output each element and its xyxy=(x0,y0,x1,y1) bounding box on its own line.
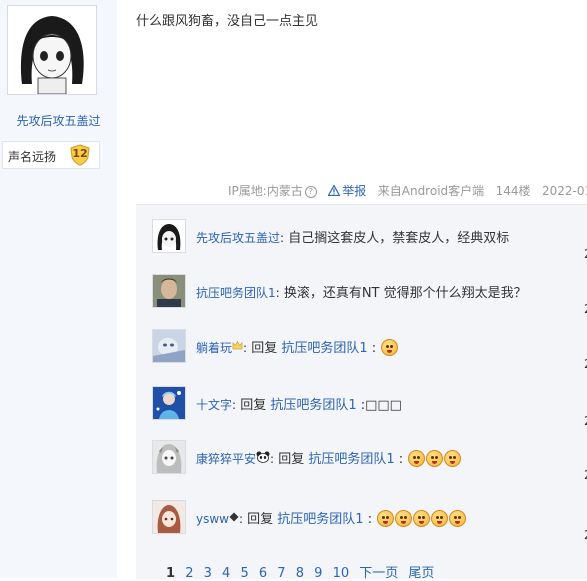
warning-icon xyxy=(328,185,341,196)
reply-avatar[interactable] xyxy=(152,440,186,474)
page-link[interactable]: 2 xyxy=(185,566,193,581)
reply-line: 十文字: 回复 抗压吧务团队1 :□□□ xyxy=(196,398,402,413)
report-link[interactable]: 举报 xyxy=(328,184,366,198)
emoji-icon xyxy=(377,510,395,527)
page-link[interactable]: 10 xyxy=(333,566,350,581)
reply-username[interactable]: 躺着玩 xyxy=(196,341,232,355)
emoji-icon xyxy=(413,510,431,527)
help-icon[interactable]: ? xyxy=(304,186,317,198)
emoji-icon xyxy=(431,510,449,527)
post-meta: IP属地:内蒙古? 举报 来自Android客户端 144楼 2022-01-0… xyxy=(228,182,587,199)
emoji-icon xyxy=(395,510,413,527)
reply-line: ysww: 回复 抗压吧务团队1 : xyxy=(196,508,467,527)
reply-panel: 先攻后攻五盖过: 自己搁这套皮人，禁套皮人，经典双标 2 抗压吧务团队1: 换滚… xyxy=(136,204,587,581)
reply-target[interactable]: 抗压吧务团队1 xyxy=(308,452,394,467)
floor-number: 144楼 xyxy=(495,184,531,198)
emoji-icon xyxy=(381,339,399,356)
panda-icon xyxy=(256,451,270,463)
reply-text: :□□□ xyxy=(356,398,402,413)
reply-text: 自己搁这套皮人，禁套皮人，经典双标 xyxy=(284,231,510,246)
reply-item: 十文字: 回复 抗压吧务团队1 :□□□ 2 xyxy=(136,386,587,440)
reply-target[interactable]: 抗压吧务团队1 xyxy=(270,398,356,413)
reply-avatar[interactable] xyxy=(152,386,186,420)
reply-avatar[interactable] xyxy=(152,329,186,363)
emoji-icon xyxy=(444,450,462,467)
level-box: 声名远扬 12 xyxy=(2,141,100,169)
emoji-icon xyxy=(426,450,444,467)
level-number: 12 xyxy=(72,147,88,160)
reply-line: 康猝猝平安: 回复 抗压吧务团队1 : xyxy=(196,448,462,467)
level-name: 声名远扬 xyxy=(8,150,57,164)
reply-prefix: 回复 xyxy=(236,398,271,413)
reply-prefix: 回复 xyxy=(243,512,278,527)
ip-location: IP属地:内蒙古 xyxy=(228,184,303,198)
reply-avatar[interactable] xyxy=(152,219,186,253)
page-link[interactable]: 7 xyxy=(277,566,285,581)
post-content: 什么跟风狗畜，没自己一点主见 xyxy=(136,14,319,29)
reply-text: : xyxy=(394,452,404,467)
diamond-icon xyxy=(229,512,239,522)
author-username[interactable]: 先攻后攻五盖过 xyxy=(0,112,117,129)
emoji-icon xyxy=(449,510,467,527)
next-page-link[interactable]: 下一页 xyxy=(359,566,398,581)
page-link[interactable]: 6 xyxy=(259,566,267,581)
client-source: 来自Android客户端 xyxy=(377,184,485,198)
post-date: 2022-01-09 xyxy=(541,184,587,198)
page-current: 1 xyxy=(166,566,176,581)
reply-line: 躺着玩: 回复 抗压吧务团队1 : xyxy=(196,337,399,356)
reply-avatar[interactable] xyxy=(152,274,186,308)
reply-username[interactable]: ysww xyxy=(196,512,229,526)
reply-line: 先攻后攻五盖过: 自己搁这套皮人，禁套皮人，经典双标 xyxy=(196,231,510,246)
page-link[interactable]: 4 xyxy=(222,566,230,581)
reply-target[interactable]: 抗压吧务团队1 xyxy=(281,341,367,356)
page-link[interactable]: 9 xyxy=(314,566,322,581)
reply-username[interactable]: 先攻后攻五盖过 xyxy=(196,231,280,245)
reply-username[interactable]: 十文字 xyxy=(196,398,232,412)
last-page-link[interactable]: 尾页 xyxy=(408,566,434,581)
level-badge: 12 xyxy=(69,144,91,166)
reply-avatar[interactable] xyxy=(152,500,186,534)
reply-text: : xyxy=(363,512,373,527)
page-link[interactable]: 8 xyxy=(296,566,304,581)
reply-target[interactable]: 抗压吧务团队1 xyxy=(277,512,363,527)
reply-username[interactable]: 康猝猝平安 xyxy=(196,452,256,466)
crown-icon xyxy=(232,340,243,350)
reply-item: 康猝猝平安: 回复 抗压吧务团队1 : 2 xyxy=(136,440,587,494)
reply-username[interactable]: 抗压吧务团队1 xyxy=(196,286,276,300)
reply-text: 换滚，还真有NT 觉得那个什么翔太是我？ xyxy=(279,286,527,301)
reply-prefix: 回复 xyxy=(247,341,282,356)
pagination: 1 2 3 4 5 6 7 8 9 10 下一页 尾页 xyxy=(166,562,440,581)
reply-item: 先攻后攻五盖过: 自己搁这套皮人，禁套皮人，经典双标 2 xyxy=(136,219,587,273)
page-link[interactable]: 3 xyxy=(204,566,212,581)
reply-prefix: 回复 xyxy=(274,452,309,467)
emoji-icon xyxy=(408,450,426,467)
reply-item: 抗压吧务团队1: 换滚，还真有NT 觉得那个什么翔太是我？ 2 xyxy=(136,274,587,328)
page-link[interactable]: 5 xyxy=(240,566,248,581)
reply-line: 抗压吧务团队1: 换滚，还真有NT 觉得那个什么翔太是我？ xyxy=(196,286,527,301)
author-sidebar: 先攻后攻五盖过 声名远扬 12 xyxy=(0,0,117,578)
reply-text: : xyxy=(367,341,377,356)
reply-item: ysww: 回复 抗压吧务团队1 : 2 xyxy=(136,500,587,554)
author-avatar[interactable] xyxy=(7,5,97,95)
reply-item: 躺着玩: 回复 抗压吧务团队1 : 2 xyxy=(136,329,587,383)
